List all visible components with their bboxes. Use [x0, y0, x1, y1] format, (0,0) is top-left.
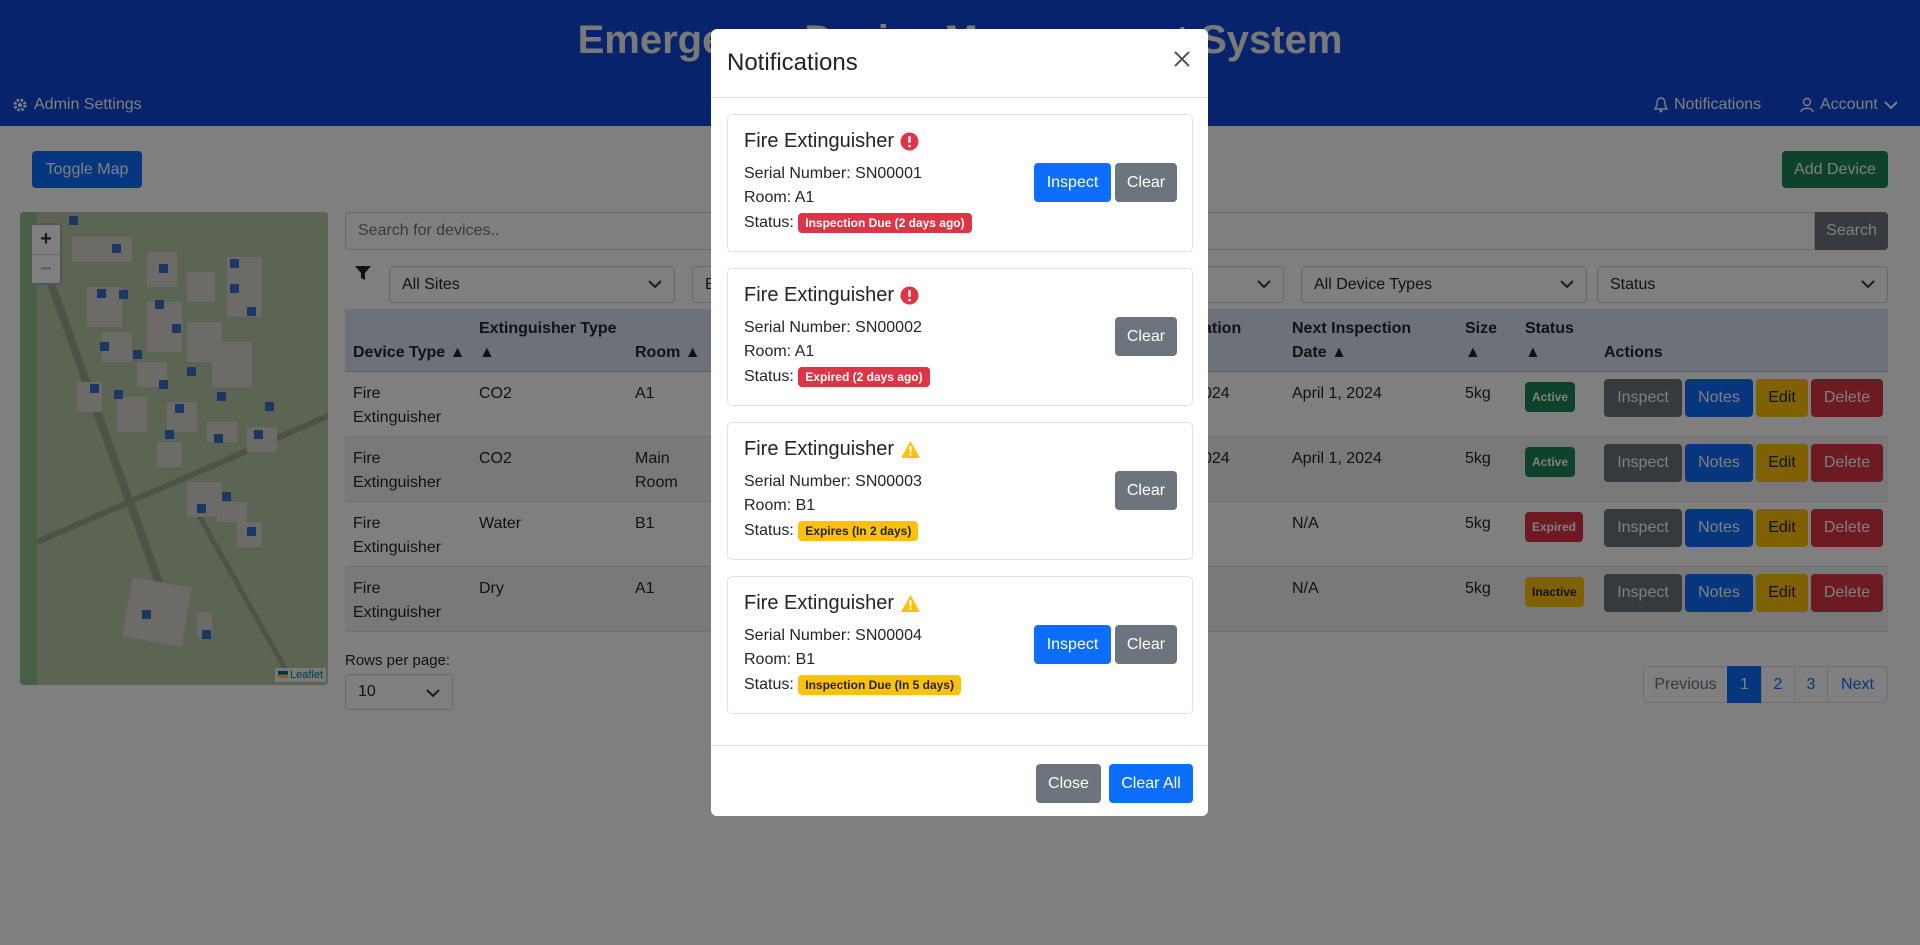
status-badge: Expires (In 2 days) — [798, 521, 919, 541]
warning-icon — [901, 441, 921, 458]
notifications-modal: Notifications Fire Extinguisher Serial N… — [711, 29, 1208, 816]
notification-card: Fire Extinguisher Serial Number: SN00003… — [727, 422, 1193, 560]
notification-card: Fire Extinguisher Serial Number: SN00004… — [727, 576, 1193, 714]
notification-card: Fire Extinguisher Serial Number: SN00002… — [727, 268, 1193, 406]
notification-title: Fire Extinguisher — [744, 284, 919, 307]
error-icon — [900, 132, 919, 151]
modal-footer: Close Clear All — [711, 745, 1208, 816]
serial-number: Serial Number: SN00003 — [744, 473, 922, 490]
status-line: Status: Inspection Due (In 5 days) — [744, 675, 961, 695]
notification-title: Fire Extinguisher — [744, 130, 919, 153]
serial-number: Serial Number: SN00001 — [744, 165, 922, 182]
room: Room: B1 — [744, 497, 816, 514]
error-icon — [900, 286, 919, 305]
status-line: Status: Expires (In 2 days) — [744, 521, 919, 541]
modal-header: Notifications — [711, 29, 1208, 98]
status-line: Status: Expired (2 days ago) — [744, 367, 930, 387]
room: Room: A1 — [744, 189, 815, 206]
room: Room: B1 — [744, 651, 816, 668]
clear-button[interactable]: Clear — [1115, 625, 1177, 664]
status-line: Status: Inspection Due (2 days ago) — [744, 213, 972, 233]
clear-button[interactable]: Clear — [1115, 317, 1177, 356]
clear-all-button[interactable]: Clear All — [1109, 764, 1193, 803]
notification-title: Fire Extinguisher — [744, 592, 921, 615]
serial-number: Serial Number: SN00002 — [744, 319, 922, 336]
close-icon[interactable] — [1173, 50, 1191, 68]
status-badge: Inspection Due (In 5 days) — [798, 675, 961, 695]
status-badge: Inspection Due (2 days ago) — [798, 213, 972, 233]
clear-button[interactable]: Clear — [1115, 471, 1177, 510]
inspect-button[interactable]: Inspect — [1034, 163, 1111, 202]
warning-icon — [901, 595, 921, 612]
clear-button[interactable]: Clear — [1115, 163, 1177, 202]
serial-number: Serial Number: SN00004 — [744, 627, 922, 644]
inspect-button[interactable]: Inspect — [1034, 625, 1111, 664]
room: Room: A1 — [744, 343, 815, 360]
notification-title: Fire Extinguisher — [744, 438, 921, 461]
modal-title: Notifications — [727, 49, 858, 76]
status-badge: Expired (2 days ago) — [798, 367, 930, 387]
notification-card: Fire Extinguisher Serial Number: SN00001… — [727, 114, 1193, 252]
close-button[interactable]: Close — [1036, 764, 1101, 803]
